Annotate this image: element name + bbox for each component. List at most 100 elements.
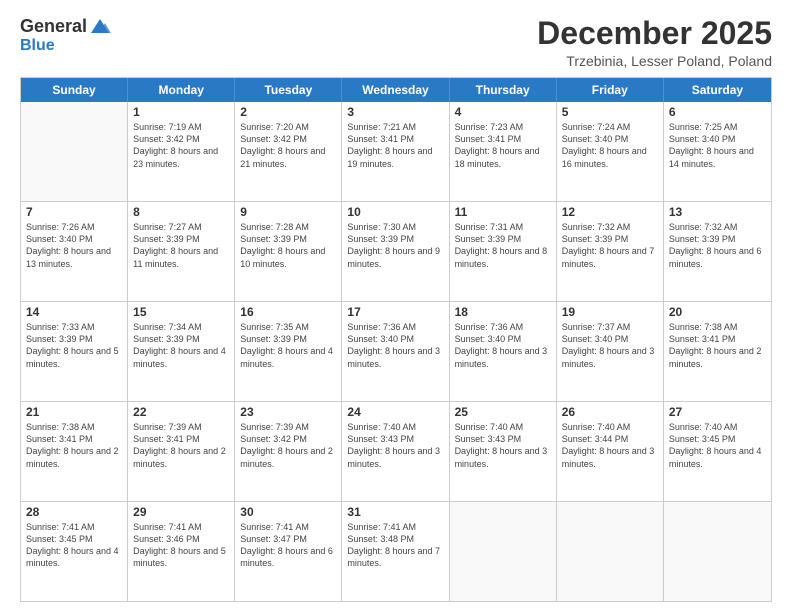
day-number: 3 [347, 105, 443, 119]
calendar-cell: 11 Sunrise: 7:31 AMSunset: 3:39 PMDaylig… [450, 202, 557, 301]
calendar-cell: 1 Sunrise: 7:19 AMSunset: 3:42 PMDayligh… [128, 102, 235, 201]
cell-info: Sunrise: 7:40 AMSunset: 3:43 PMDaylight:… [455, 421, 551, 470]
day-number: 20 [669, 305, 766, 319]
day-number: 14 [26, 305, 122, 319]
logo: General Blue [20, 16, 111, 55]
cell-info: Sunrise: 7:41 AMSunset: 3:47 PMDaylight:… [240, 521, 336, 570]
cell-info: Sunrise: 7:34 AMSunset: 3:39 PMDaylight:… [133, 321, 229, 370]
calendar-cell: 21 Sunrise: 7:38 AMSunset: 3:41 PMDaylig… [21, 402, 128, 501]
calendar-row: 14 Sunrise: 7:33 AMSunset: 3:39 PMDaylig… [21, 301, 771, 401]
calendar-cell: 2 Sunrise: 7:20 AMSunset: 3:42 PMDayligh… [235, 102, 342, 201]
cell-info: Sunrise: 7:39 AMSunset: 3:41 PMDaylight:… [133, 421, 229, 470]
calendar-body: 1 Sunrise: 7:19 AMSunset: 3:42 PMDayligh… [21, 102, 771, 601]
day-header-thursday: Thursday [450, 78, 557, 102]
calendar-cell: 6 Sunrise: 7:25 AMSunset: 3:40 PMDayligh… [664, 102, 771, 201]
page-header: General Blue December 2025 Trzebinia, Le… [20, 16, 772, 69]
calendar-cell: 13 Sunrise: 7:32 AMSunset: 3:39 PMDaylig… [664, 202, 771, 301]
day-number: 22 [133, 405, 229, 419]
cell-info: Sunrise: 7:37 AMSunset: 3:40 PMDaylight:… [562, 321, 658, 370]
cell-info: Sunrise: 7:19 AMSunset: 3:42 PMDaylight:… [133, 121, 229, 170]
calendar-cell: 30 Sunrise: 7:41 AMSunset: 3:47 PMDaylig… [235, 502, 342, 601]
cell-info: Sunrise: 7:26 AMSunset: 3:40 PMDaylight:… [26, 221, 122, 270]
month-title: December 2025 [537, 16, 772, 51]
calendar-cell: 5 Sunrise: 7:24 AMSunset: 3:40 PMDayligh… [557, 102, 664, 201]
calendar-cell: 9 Sunrise: 7:28 AMSunset: 3:39 PMDayligh… [235, 202, 342, 301]
calendar-cell: 23 Sunrise: 7:39 AMSunset: 3:42 PMDaylig… [235, 402, 342, 501]
calendar-cell: 12 Sunrise: 7:32 AMSunset: 3:39 PMDaylig… [557, 202, 664, 301]
calendar: SundayMondayTuesdayWednesdayThursdayFrid… [20, 77, 772, 602]
day-number: 23 [240, 405, 336, 419]
day-number: 15 [133, 305, 229, 319]
day-number: 13 [669, 205, 766, 219]
calendar-cell: 3 Sunrise: 7:21 AMSunset: 3:41 PMDayligh… [342, 102, 449, 201]
logo-icon [89, 17, 111, 35]
logo-blue: Blue [20, 37, 55, 54]
cell-info: Sunrise: 7:32 AMSunset: 3:39 PMDaylight:… [562, 221, 658, 270]
calendar-row: 7 Sunrise: 7:26 AMSunset: 3:40 PMDayligh… [21, 201, 771, 301]
cell-info: Sunrise: 7:41 AMSunset: 3:46 PMDaylight:… [133, 521, 229, 570]
cell-info: Sunrise: 7:40 AMSunset: 3:43 PMDaylight:… [347, 421, 443, 470]
calendar-cell: 14 Sunrise: 7:33 AMSunset: 3:39 PMDaylig… [21, 302, 128, 401]
calendar-cell [664, 502, 771, 601]
day-header-tuesday: Tuesday [235, 78, 342, 102]
calendar-cell: 15 Sunrise: 7:34 AMSunset: 3:39 PMDaylig… [128, 302, 235, 401]
day-number: 24 [347, 405, 443, 419]
calendar-cell: 4 Sunrise: 7:23 AMSunset: 3:41 PMDayligh… [450, 102, 557, 201]
calendar-cell: 29 Sunrise: 7:41 AMSunset: 3:46 PMDaylig… [128, 502, 235, 601]
day-number: 19 [562, 305, 658, 319]
cell-info: Sunrise: 7:41 AMSunset: 3:45 PMDaylight:… [26, 521, 122, 570]
calendar-cell: 27 Sunrise: 7:40 AMSunset: 3:45 PMDaylig… [664, 402, 771, 501]
cell-info: Sunrise: 7:30 AMSunset: 3:39 PMDaylight:… [347, 221, 443, 270]
calendar-cell: 16 Sunrise: 7:35 AMSunset: 3:39 PMDaylig… [235, 302, 342, 401]
day-number: 9 [240, 205, 336, 219]
calendar-cell: 19 Sunrise: 7:37 AMSunset: 3:40 PMDaylig… [557, 302, 664, 401]
day-number: 30 [240, 505, 336, 519]
logo-general: General [20, 16, 87, 37]
day-header-sunday: Sunday [21, 78, 128, 102]
day-header-monday: Monday [128, 78, 235, 102]
cell-info: Sunrise: 7:25 AMSunset: 3:40 PMDaylight:… [669, 121, 766, 170]
day-number: 21 [26, 405, 122, 419]
day-number: 26 [562, 405, 658, 419]
day-number: 27 [669, 405, 766, 419]
calendar-header: SundayMondayTuesdayWednesdayThursdayFrid… [21, 78, 771, 102]
cell-info: Sunrise: 7:24 AMSunset: 3:40 PMDaylight:… [562, 121, 658, 170]
day-number: 2 [240, 105, 336, 119]
calendar-row: 28 Sunrise: 7:41 AMSunset: 3:45 PMDaylig… [21, 501, 771, 601]
cell-info: Sunrise: 7:21 AMSunset: 3:41 PMDaylight:… [347, 121, 443, 170]
day-header-saturday: Saturday [664, 78, 771, 102]
day-header-wednesday: Wednesday [342, 78, 449, 102]
cell-info: Sunrise: 7:41 AMSunset: 3:48 PMDaylight:… [347, 521, 443, 570]
day-number: 1 [133, 105, 229, 119]
cell-info: Sunrise: 7:40 AMSunset: 3:45 PMDaylight:… [669, 421, 766, 470]
cell-info: Sunrise: 7:28 AMSunset: 3:39 PMDaylight:… [240, 221, 336, 270]
day-number: 25 [455, 405, 551, 419]
calendar-cell: 10 Sunrise: 7:30 AMSunset: 3:39 PMDaylig… [342, 202, 449, 301]
calendar-cell: 31 Sunrise: 7:41 AMSunset: 3:48 PMDaylig… [342, 502, 449, 601]
cell-info: Sunrise: 7:32 AMSunset: 3:39 PMDaylight:… [669, 221, 766, 270]
calendar-cell: 7 Sunrise: 7:26 AMSunset: 3:40 PMDayligh… [21, 202, 128, 301]
day-number: 8 [133, 205, 229, 219]
day-number: 10 [347, 205, 443, 219]
calendar-cell: 24 Sunrise: 7:40 AMSunset: 3:43 PMDaylig… [342, 402, 449, 501]
calendar-cell [21, 102, 128, 201]
cell-info: Sunrise: 7:23 AMSunset: 3:41 PMDaylight:… [455, 121, 551, 170]
day-number: 12 [562, 205, 658, 219]
cell-info: Sunrise: 7:38 AMSunset: 3:41 PMDaylight:… [669, 321, 766, 370]
day-number: 11 [455, 205, 551, 219]
calendar-cell [557, 502, 664, 601]
day-number: 5 [562, 105, 658, 119]
day-number: 6 [669, 105, 766, 119]
calendar-cell: 8 Sunrise: 7:27 AMSunset: 3:39 PMDayligh… [128, 202, 235, 301]
cell-info: Sunrise: 7:39 AMSunset: 3:42 PMDaylight:… [240, 421, 336, 470]
day-number: 17 [347, 305, 443, 319]
day-number: 31 [347, 505, 443, 519]
title-block: December 2025 Trzebinia, Lesser Poland, … [537, 16, 772, 69]
cell-info: Sunrise: 7:35 AMSunset: 3:39 PMDaylight:… [240, 321, 336, 370]
day-number: 4 [455, 105, 551, 119]
day-number: 7 [26, 205, 122, 219]
cell-info: Sunrise: 7:36 AMSunset: 3:40 PMDaylight:… [347, 321, 443, 370]
calendar-cell: 25 Sunrise: 7:40 AMSunset: 3:43 PMDaylig… [450, 402, 557, 501]
calendar-cell: 26 Sunrise: 7:40 AMSunset: 3:44 PMDaylig… [557, 402, 664, 501]
day-number: 18 [455, 305, 551, 319]
